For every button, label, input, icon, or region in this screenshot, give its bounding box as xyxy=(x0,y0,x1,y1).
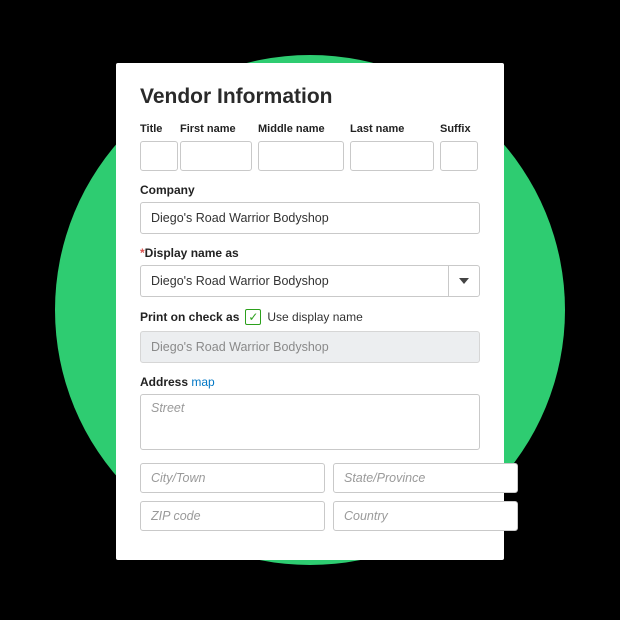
use-display-name-checkbox[interactable]: ✓ xyxy=(245,309,261,325)
checkmark-icon: ✓ xyxy=(248,311,258,323)
company-input[interactable] xyxy=(140,202,480,234)
panel-title: Vendor Information xyxy=(140,85,480,109)
display-name-dropdown-button[interactable] xyxy=(448,265,480,297)
title-input[interactable] xyxy=(140,141,178,171)
print-on-check-value: Diego's Road Warrior Bodyshop xyxy=(140,331,480,363)
map-link[interactable]: map xyxy=(191,375,214,389)
chevron-down-icon xyxy=(459,278,469,284)
display-name-select[interactable] xyxy=(140,265,480,297)
print-on-check-field: Print on check as ✓ Use display name Die… xyxy=(140,309,480,363)
last-name-input[interactable] xyxy=(350,141,434,171)
suffix-input[interactable] xyxy=(440,141,478,171)
suffix-label: Suffix xyxy=(440,123,478,135)
display-name-field: *Display name as xyxy=(140,246,480,297)
middle-name-input[interactable] xyxy=(258,141,344,171)
use-display-name-label: Use display name xyxy=(267,310,362,324)
first-name-label: First name xyxy=(180,123,252,135)
city-input[interactable] xyxy=(140,463,325,493)
print-on-check-label: Print on check as xyxy=(140,310,239,324)
middle-name-label: Middle name xyxy=(258,123,344,135)
display-name-label: *Display name as xyxy=(140,246,480,260)
display-name-value[interactable] xyxy=(140,265,448,297)
name-row: Title First name Middle name Last name S… xyxy=(140,123,480,171)
zip-input[interactable] xyxy=(140,501,325,531)
last-name-label: Last name xyxy=(350,123,434,135)
address-label: Address xyxy=(140,375,188,389)
title-label: Title xyxy=(140,123,178,135)
address-field: Address map xyxy=(140,375,480,531)
state-input[interactable] xyxy=(333,463,518,493)
first-name-input[interactable] xyxy=(180,141,252,171)
vendor-info-panel: Vendor Information Title First name Midd… xyxy=(116,63,504,560)
company-label: Company xyxy=(140,183,480,197)
company-field: Company xyxy=(140,183,480,234)
country-input[interactable] xyxy=(333,501,518,531)
street-input[interactable] xyxy=(140,394,480,450)
